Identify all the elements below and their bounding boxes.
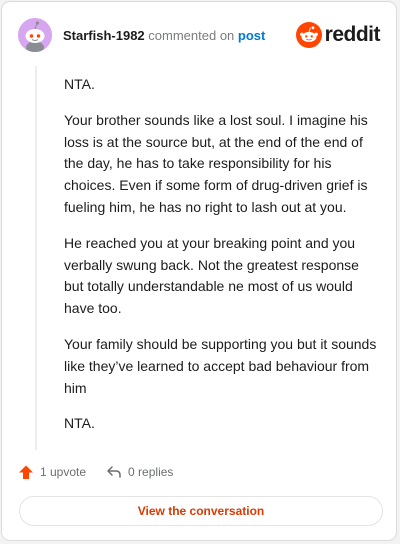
comment-paragraph: Your family should be supporting you but… [64,335,377,396]
upvote-count: 1 upvote [40,465,87,479]
username-link[interactable]: Starfish-1982 [63,28,145,43]
comment-paragraph: NTA. [64,415,95,432]
reply-arrow-icon [107,466,121,478]
upvote-button[interactable]: 1 upvote [18,464,86,480]
comment-body: NTA. Your brother sounds like a lost sou… [64,74,382,449]
reddit-logo-icon [295,22,322,48]
comment-card: Starfish-1982 commented on post reddit N… [1,1,397,541]
comment-actions: 1 upvote 0 replies [18,462,193,482]
brand-wordmark: reddit [324,23,381,46]
comment-meta: Starfish-1982 commented on post [63,28,265,43]
comment-paragraph: Your brother sounds like a lost soul. I … [64,111,368,215]
thread-line[interactable] [35,66,37,450]
comment-paragraph: He reached you at your breaking point an… [64,234,359,317]
reddit-brand[interactable]: reddit [295,22,381,48]
comment-paragraph: NTA. [64,76,95,92]
comment-header: Starfish-1982 commented on post reddit [18,18,381,54]
snoo-avatar-icon [18,18,52,52]
upvote-arrow-icon [19,465,33,479]
reply-count: 0 replies [128,465,174,479]
replies-button[interactable]: 0 replies [106,464,173,480]
action-text: commented on [148,28,235,43]
view-conversation-button[interactable]: View the conversation [19,496,383,526]
avatar[interactable] [18,18,52,52]
post-link[interactable]: post [238,28,265,43]
